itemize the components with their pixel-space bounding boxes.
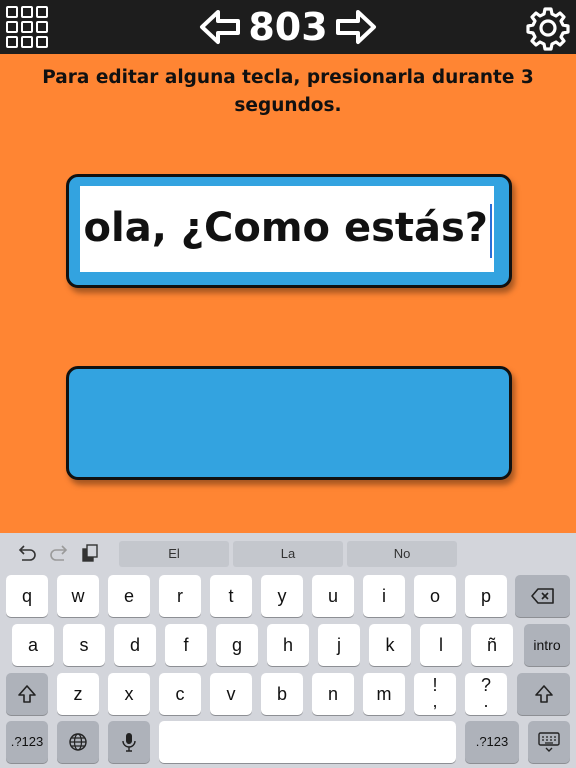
grid-icon[interactable] [4, 4, 50, 50]
suggestion-item[interactable]: La [233, 541, 343, 567]
key-a[interactable]: a [12, 624, 54, 666]
gear-icon[interactable] [524, 4, 572, 52]
key-w[interactable]: w [57, 575, 99, 617]
grid-cell [6, 6, 18, 18]
grid-cell [21, 6, 33, 18]
key-f[interactable]: f [165, 624, 207, 666]
top-bar: 803 [0, 0, 576, 54]
key-k[interactable]: k [369, 624, 411, 666]
key-i[interactable]: i [363, 575, 405, 617]
dismiss-keyboard-key[interactable] [528, 721, 570, 763]
key-exclaim-comma[interactable]: ! , [414, 673, 456, 715]
key-b[interactable]: b [261, 673, 303, 715]
message-textbox[interactable]: Hola, ¿Como estás? [66, 174, 512, 288]
grid-cell [36, 6, 48, 18]
return-key[interactable]: intro [524, 624, 570, 666]
key-e[interactable]: e [108, 575, 150, 617]
key-d[interactable]: d [114, 624, 156, 666]
redo-icon[interactable] [48, 542, 70, 564]
key-j[interactable]: j [318, 624, 360, 666]
globe-icon [69, 733, 87, 751]
globe-key[interactable] [57, 721, 99, 763]
key-p[interactable]: p [465, 575, 507, 617]
key-r[interactable]: r [159, 575, 201, 617]
suggestion-item[interactable]: No [347, 541, 457, 567]
instruction-text: Para editar alguna tecla, presionarla du… [42, 67, 534, 116]
key-bottom-symbol: , [432, 691, 438, 711]
key-c[interactable]: c [159, 673, 201, 715]
numbers-key-left[interactable]: .?123 [6, 721, 48, 763]
suggestion-bar: El La No [0, 533, 576, 571]
grid-cell [21, 21, 33, 33]
backspace-key[interactable] [515, 575, 570, 617]
speak-button[interactable] [66, 366, 512, 480]
key-n[interactable]: n [312, 673, 354, 715]
key-y[interactable]: y [261, 575, 303, 617]
message-text: Hola, ¿Como estás? [80, 205, 488, 251]
key-u[interactable]: u [312, 575, 354, 617]
numbers-key-right[interactable]: .?123 [465, 721, 519, 763]
grid-cell [21, 36, 33, 48]
paste-icon[interactable] [79, 542, 101, 564]
backspace-icon [530, 588, 554, 604]
microphone-icon [122, 733, 136, 752]
undo-icon[interactable] [16, 542, 38, 564]
key-bottom-symbol: . [483, 691, 489, 711]
key-g[interactable]: g [216, 624, 258, 666]
key-s[interactable]: s [63, 624, 105, 666]
grid-cell [6, 36, 18, 48]
key-m[interactable]: m [363, 673, 405, 715]
shift-key-right[interactable] [517, 673, 570, 715]
space-key[interactable] [159, 721, 456, 763]
on-screen-keyboard: El La No q w e r t y u i o p a s d f g h… [0, 533, 576, 768]
text-caret [490, 204, 492, 258]
key-l[interactable]: l [420, 624, 462, 666]
key-question-period[interactable]: ? . [465, 673, 507, 715]
key-z[interactable]: z [57, 673, 99, 715]
dictation-key[interactable] [108, 721, 150, 763]
grid-cell [6, 21, 18, 33]
message-textbox-field[interactable]: Hola, ¿Como estás? [80, 186, 494, 272]
arrow-right-icon[interactable] [334, 8, 378, 46]
arrow-left-icon[interactable] [198, 8, 242, 46]
key-o[interactable]: o [414, 575, 456, 617]
keyboard-dismiss-icon [538, 732, 560, 752]
grid-cell [36, 36, 48, 48]
key-x[interactable]: x [108, 673, 150, 715]
shift-key-left[interactable] [6, 673, 48, 715]
page-counter: 803 [248, 5, 328, 49]
key-t[interactable]: t [210, 575, 252, 617]
grid-cell [36, 21, 48, 33]
shift-icon [534, 685, 553, 703]
suggestion-item[interactable]: El [119, 541, 229, 567]
key-n-tilde[interactable]: ñ [471, 624, 513, 666]
key-h[interactable]: h [267, 624, 309, 666]
key-v[interactable]: v [210, 673, 252, 715]
key-q[interactable]: q [6, 575, 48, 617]
shift-icon [18, 685, 36, 703]
